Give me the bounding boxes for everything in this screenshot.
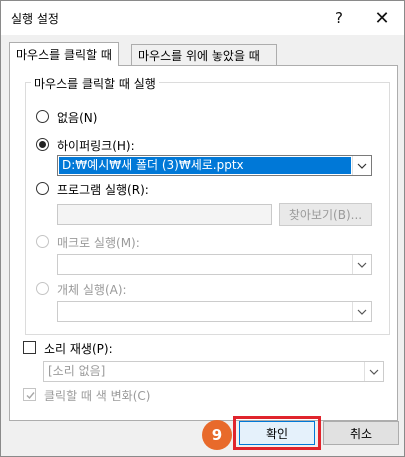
- macro-combo[interactable]: [57, 254, 372, 275]
- chevron-down-icon[interactable]: [352, 255, 371, 274]
- chevron-down-icon[interactable]: [364, 362, 383, 381]
- play-sound-label[interactable]: 소리 재생(P):: [44, 340, 113, 357]
- chevron-down-icon[interactable]: [352, 302, 371, 321]
- radio-program-label[interactable]: 프로그램 실행(R):: [57, 181, 149, 198]
- radio-macro-label[interactable]: 매크로 실행(M):: [57, 234, 140, 251]
- radio-object-label[interactable]: 개체 실행(A):: [57, 281, 127, 298]
- browse-button[interactable]: 찾아보기(B)...: [279, 203, 372, 226]
- tab-on-click[interactable]: 마우스를 클릭할 때: [9, 42, 119, 66]
- sound-combo[interactable]: [소리 없음]: [43, 361, 384, 382]
- radio-none-label[interactable]: 없음(N): [57, 109, 97, 126]
- radio-macro[interactable]: [36, 235, 49, 248]
- help-button[interactable]: ?: [319, 1, 359, 35]
- run-settings-dialog: 실행 설정 ? ✕ 마우스를 클릭할 때 마우스를 위에 놓았을 때 마우스를 …: [0, 0, 405, 457]
- sound-value: [소리 없음]: [48, 364, 106, 378]
- radio-hyperlink-label[interactable]: 하이퍼링크(H):: [57, 137, 135, 154]
- program-path-input[interactable]: [57, 204, 272, 225]
- ok-highlight-box: [233, 416, 321, 450]
- help-icon: ?: [335, 9, 343, 27]
- radio-hyperlink[interactable]: [36, 138, 49, 151]
- highlight-click-label[interactable]: 클릭할 때 색 변화(C): [44, 387, 150, 404]
- group-title: 마우스를 클릭할 때 실행: [31, 75, 159, 92]
- close-button[interactable]: ✕: [362, 1, 402, 35]
- tab-on-click-label: 마우스를 클릭할 때: [16, 48, 112, 62]
- highlight-click-checkbox[interactable]: [23, 388, 36, 401]
- cancel-button-label: 취소: [349, 426, 373, 441]
- radio-object[interactable]: [36, 282, 49, 295]
- check-icon: [26, 392, 35, 400]
- title-bar: 실행 설정 ? ✕: [1, 1, 404, 35]
- object-combo[interactable]: [57, 301, 372, 322]
- close-icon: ✕: [374, 7, 390, 29]
- chevron-down-icon[interactable]: [352, 156, 371, 175]
- browse-button-label: 찾아보기(B)...: [288, 208, 363, 222]
- radio-program[interactable]: [36, 182, 49, 195]
- dialog-title: 실행 설정: [11, 12, 59, 26]
- step-badge: 9: [202, 420, 232, 450]
- hyperlink-combo[interactable]: D:₩예시₩새 폴더 (3)₩세로.pptx: [57, 155, 372, 176]
- tab-on-hover-label: 마우스를 위에 놓았을 때: [138, 49, 260, 63]
- radio-none[interactable]: [36, 110, 49, 123]
- play-sound-checkbox[interactable]: [23, 341, 36, 354]
- hyperlink-value: D:₩예시₩새 폴더 (3)₩세로.pptx: [59, 157, 351, 174]
- tab-on-hover[interactable]: 마우스를 위에 놓았을 때: [131, 44, 277, 66]
- cancel-button[interactable]: 취소: [323, 421, 399, 445]
